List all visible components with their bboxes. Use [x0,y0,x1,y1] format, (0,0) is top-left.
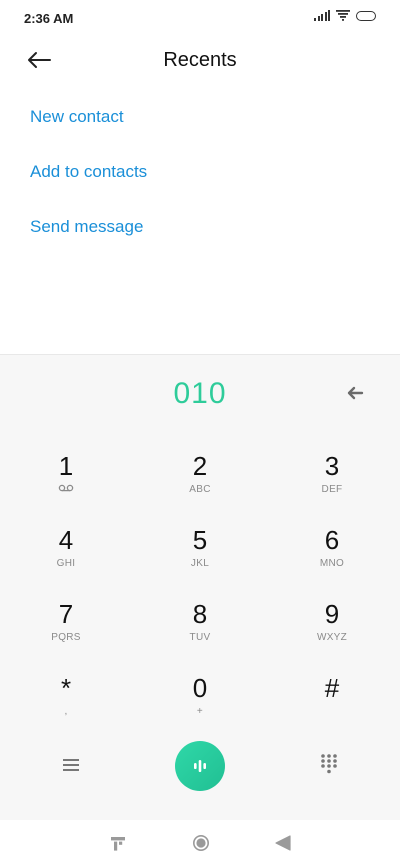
key-letters: ABC [189,484,211,495]
action-list: New contact Add to contacts Send message [30,100,147,265]
system-nav-bar [0,820,400,866]
phone-screen: 2:36 AM Recents New contact Add to conta… [0,0,400,866]
status-time: 2:36 AM [24,11,74,26]
dialer-panel: 010 1 2 ABC 3 DEF 4 GHI 5 JKL 6 MNO 7 PQ… [0,354,400,820]
key-5[interactable]: 5 JKL [140,525,260,587]
key-digit: 7 [58,599,74,629]
key-letters: PQRS [51,632,81,643]
new-contact-link[interactable]: New contact [30,100,147,155]
key-digit: 0 [192,673,208,703]
dialed-number: 010 [173,377,227,410]
key-digit: 3 [324,451,340,481]
key-letters: TUV [189,632,211,643]
key-digit: 9 [324,599,340,629]
signal-icon [314,10,330,21]
call-button[interactable] [175,741,225,791]
key-8[interactable]: 8 TUV [140,599,260,661]
wifi-icon [336,10,350,21]
key-digit: # [324,673,340,703]
keypad-toggle-button[interactable] [320,753,338,775]
page-title: Recents [163,49,237,71]
key-6[interactable]: 6 MNO [272,525,392,587]
keypad-icon [321,754,337,774]
key-digit: 6 [324,525,340,555]
key-9[interactable]: 9 WXYZ [272,599,392,661]
header: Recents [0,40,400,84]
menu-button[interactable] [60,755,82,775]
call-icon [194,760,206,772]
status-bar: 2:36 AM [0,0,400,36]
nav-recents-button[interactable] [110,836,126,852]
send-message-link[interactable]: Send message [30,210,147,265]
key-2[interactable]: 2 ABC [140,451,260,513]
key-letters: DEF [321,484,343,495]
nav-home-button[interactable] [192,834,210,852]
key-letters: GHI [56,558,76,569]
key-digit: * [60,673,72,703]
add-to-contacts-link[interactable]: Add to contacts [30,155,147,210]
key-0[interactable]: 0 + [140,673,260,735]
voicemail-icon [6,484,126,495]
key-digit: 4 [58,525,74,555]
key-7[interactable]: 7 PQRS [6,599,126,661]
status-icons [314,10,376,21]
key-letters: JKL [190,558,210,569]
key-letters: MNO [319,558,345,569]
key-1[interactable]: 1 [6,451,126,513]
key-4[interactable]: 4 GHI [6,525,126,587]
key-3[interactable]: 3 DEF [272,451,392,513]
key-digit: 2 [192,451,208,481]
key-letters: WXYZ [316,632,348,643]
nav-back-button[interactable] [274,834,292,852]
key-letters: , [64,706,68,717]
battery-icon [356,10,376,21]
menu-icon [63,759,79,771]
key-digit: 5 [192,525,208,555]
key-hash[interactable]: # [272,673,392,735]
backspace-icon [347,386,364,400]
key-star[interactable]: * , [6,673,126,735]
back-icon [275,835,291,851]
backspace-button[interactable] [346,385,364,401]
dialer-bottom-controls [0,735,400,795]
key-letters: + [196,706,204,717]
key-digit: 8 [192,599,208,629]
recents-icon [111,837,125,851]
key-digit: 1 [58,451,74,481]
home-icon [193,835,209,851]
